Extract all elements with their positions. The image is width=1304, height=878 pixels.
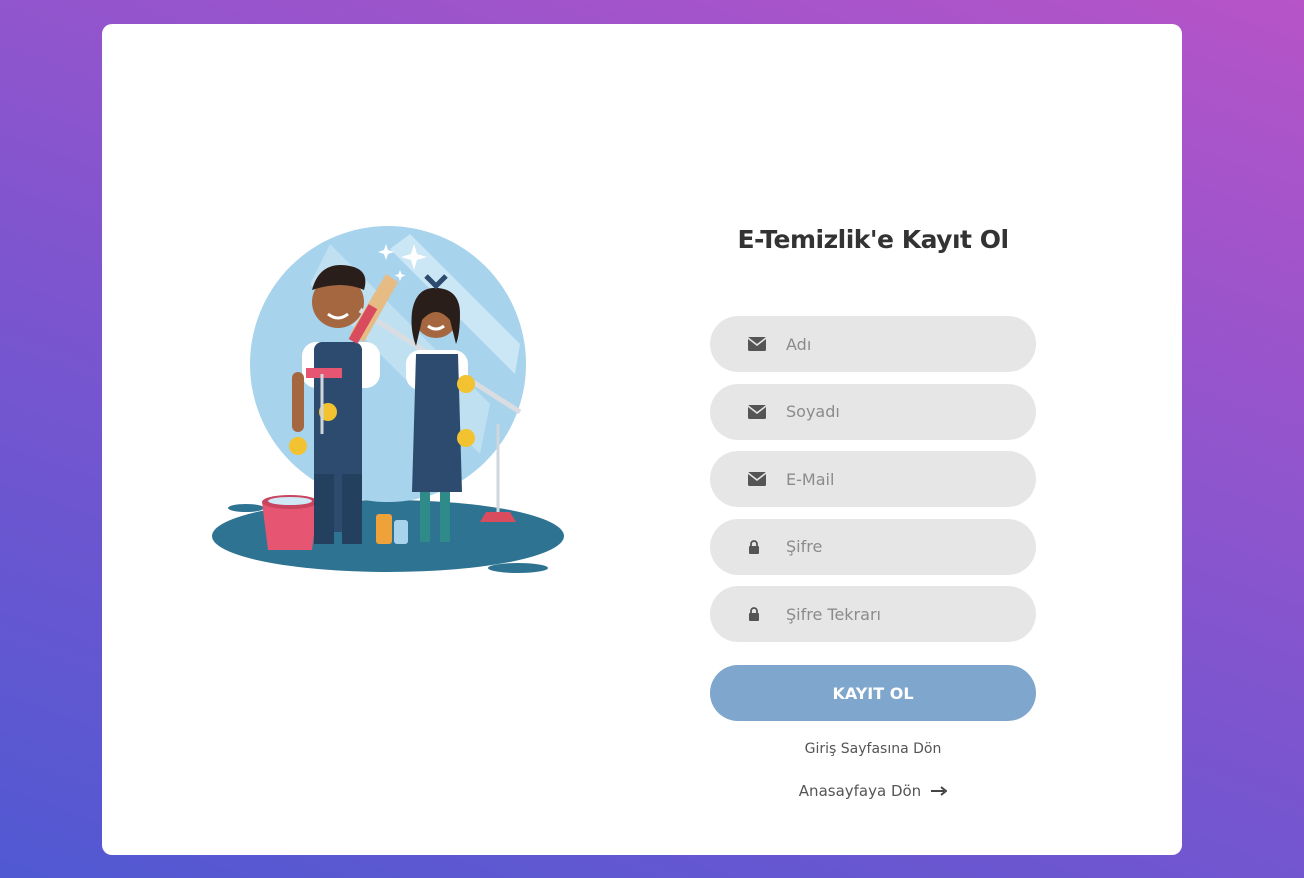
first-name-field[interactable] xyxy=(710,316,1036,372)
email-field[interactable] xyxy=(710,451,1036,507)
register-button[interactable]: KAYIT OL xyxy=(710,665,1036,721)
signup-form: E-Temizlik'e Kayıt Ol Adı Soyadı E-Mail … xyxy=(710,220,1036,800)
email-input[interactable] xyxy=(710,451,1036,507)
page-title: E-Temizlik'e Kayıt Ol xyxy=(737,225,1009,254)
last-name-field[interactable] xyxy=(710,383,1036,440)
password-input[interactable] xyxy=(710,518,1036,575)
password-confirm-field[interactable] xyxy=(710,586,1036,642)
password-field[interactable] xyxy=(710,518,1036,575)
cleaning-workers-illustration xyxy=(212,226,564,573)
arrow-right-icon xyxy=(931,782,948,800)
signup-card: E-Temizlik'e Kayıt Ol Adı Soyadı E-Mail … xyxy=(102,24,1182,855)
back-to-home-label: Anasayfaya Dön xyxy=(798,782,922,800)
back-to-home-link[interactable]: Anasayfaya Dön xyxy=(710,782,1036,800)
last-name-input[interactable] xyxy=(710,383,1036,440)
password-confirm-input[interactable] xyxy=(710,586,1036,642)
back-to-login-link[interactable]: Giriş Sayfasına Dön xyxy=(710,741,1036,757)
first-name-input[interactable] xyxy=(710,316,1036,372)
